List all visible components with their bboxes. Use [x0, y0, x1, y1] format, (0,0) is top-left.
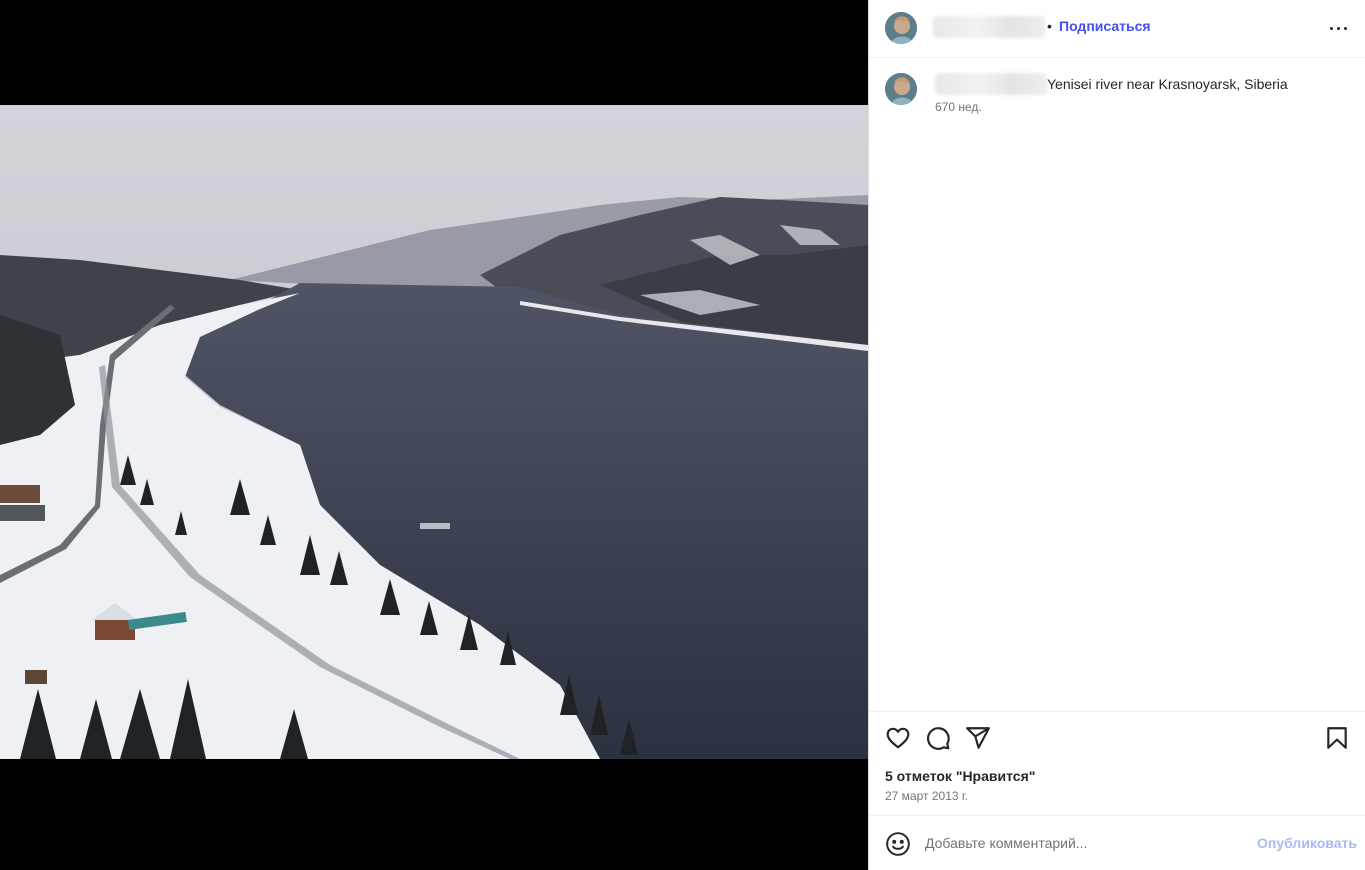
send-icon[interactable] [965, 725, 991, 751]
river-landscape-image [0, 105, 868, 759]
avatar-image [885, 73, 917, 105]
post-header: • Подписаться [869, 0, 1365, 58]
author-avatar[interactable] [885, 12, 917, 44]
likes-count[interactable]: 5 отметок "Нравится" [885, 768, 1035, 784]
caption-text: Yenisei river near Krasnoyarsk, Siberia [1047, 76, 1288, 92]
smiley-icon[interactable] [885, 831, 911, 857]
author-username-blurred[interactable] [933, 16, 1045, 38]
comment-icon[interactable] [925, 725, 951, 751]
comment-input[interactable] [925, 830, 1245, 856]
avatar-image [885, 12, 917, 44]
bookmark-icon[interactable] [1324, 725, 1350, 751]
post-details-panel: • Подписаться Yenisei river near Krasnoy… [868, 0, 1365, 870]
post-media-area [0, 0, 868, 870]
caption-timestamp[interactable]: 670 нед. [935, 100, 982, 114]
post-photo[interactable] [0, 105, 868, 759]
follow-button[interactable]: Подписаться [1059, 18, 1151, 34]
post-date[interactable]: 27 март 2013 г. [885, 789, 968, 803]
caption-author-avatar[interactable] [885, 73, 917, 105]
caption-username-blurred[interactable] [935, 73, 1047, 95]
heart-icon[interactable] [885, 725, 911, 751]
publish-button[interactable]: Опубликовать [1257, 835, 1357, 851]
more-options-icon[interactable] [1324, 14, 1352, 42]
post-actions: 5 отметок "Нравится" 27 март 2013 г. [869, 711, 1365, 815]
separator-dot: • [1047, 18, 1052, 34]
comment-bar: Опубликовать [869, 815, 1365, 870]
